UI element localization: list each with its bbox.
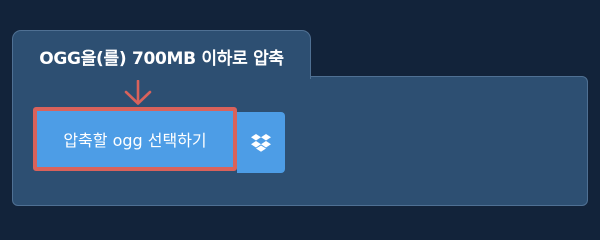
dropbox-button[interactable] bbox=[237, 112, 285, 173]
panel-tab: OGG을(를) 700MB 이하로 압축 bbox=[12, 30, 311, 79]
dropbox-icon bbox=[251, 133, 271, 152]
arrow-down-icon bbox=[124, 80, 152, 105]
panel-title: OGG을(를) 700MB 이하로 압축 bbox=[39, 49, 284, 69]
select-ogg-button[interactable]: 압축할 ogg 선택하기 bbox=[33, 107, 237, 171]
select-ogg-button-label: 압축할 ogg 선택하기 bbox=[63, 131, 207, 150]
